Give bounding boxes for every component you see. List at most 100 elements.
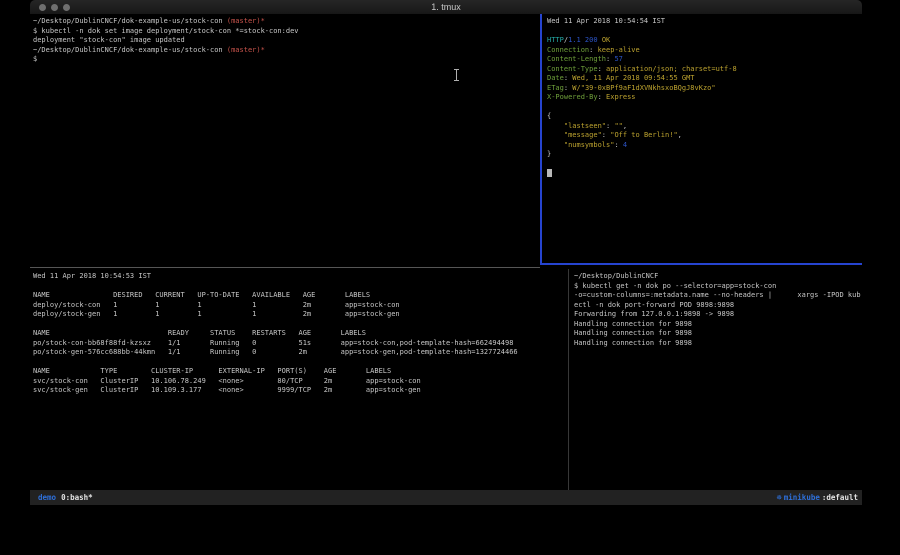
text-segment: $ kubectl -n dok set image deployment/st… <box>33 27 299 35</box>
text-segment: * <box>261 46 265 54</box>
active-window-label[interactable]: 0:bash* <box>61 493 93 502</box>
terminal-line: ~/Desktop/DublinCNCF <box>574 272 865 282</box>
text-segment: : <box>598 65 606 73</box>
terminal-line: NAME DESIRED CURRENT UP-TO-DATE AVAILABL… <box>33 291 569 301</box>
terminal-line: $ <box>33 55 541 65</box>
terminal-line: NAME TYPE CLUSTER-IP EXTERNAL-IP PORT(S)… <box>33 367 569 377</box>
terminal-line: svc/stock-gen ClusterIP 10.109.3.177 <no… <box>33 386 569 396</box>
terminal-line: deploy/stock-gen 1 1 1 1 2m app=stock-ge… <box>33 310 569 320</box>
terminal-line: po/stock-con-bb68f88fd-kzsxz 1/1 Running… <box>33 339 569 349</box>
text-segment: Content-Type <box>547 65 598 73</box>
text-segment: NAME DESIRED CURRENT UP-TO-DATE AVAILABL… <box>33 291 370 299</box>
tmux-status-bar: demo 0:bash* ☸ minikube:default <box>30 490 862 505</box>
text-segment: : <box>589 46 597 54</box>
text-segment: $ <box>33 55 37 63</box>
pane-http-response[interactable]: Wed 11 Apr 2018 10:54:54 IST HTTP/1.1 20… <box>544 14 865 266</box>
text-segment: Express <box>606 93 636 101</box>
text-segment: NAME TYPE CLUSTER-IP EXTERNAL-IP PORT(S)… <box>33 367 391 375</box>
text-segment: ~/Desktop/DublinCNCF <box>574 272 658 280</box>
text-segment: Wed, 11 Apr 2018 09:54:55 GMT <box>572 74 694 82</box>
text-segment: po/stock-gen-576cc688bb-44kmn 1/1 Runnin… <box>33 348 518 356</box>
text-segment: W/"39-0xBPf9aF1dXVNkhsxoBQgJ8vKzo" <box>572 84 715 92</box>
terminal-line: NAME READY STATUS RESTARTS AGE LABELS <box>33 329 569 339</box>
text-segment: ectl -n dok port-forward POD 9898:9898 <box>574 301 734 309</box>
text-segment: Connection <box>547 46 589 54</box>
terminal-line: po/stock-gen-576cc688bb-44kmn 1/1 Runnin… <box>33 348 569 358</box>
terminal-line: deploy/stock-con 1 1 1 1 2m app=stock-co… <box>33 301 569 311</box>
text-segment: "" <box>614 122 622 130</box>
mouse-cursor-ibeam <box>454 69 459 79</box>
text-segment: HTTP <box>547 36 564 44</box>
text-segment: Wed 11 Apr 2018 10:54:54 IST <box>547 17 665 25</box>
terminal-line: Date: Wed, 11 Apr 2018 09:54:55 GMT <box>547 74 865 84</box>
terminal-line: ectl -n dok port-forward POD 9898:9898 <box>574 301 865 311</box>
desktop-background: 1. tmux ~/Desktop/DublinCNCF/dok-example… <box>0 0 900 555</box>
text-segment: svc/stock-gen ClusterIP 10.109.3.177 <no… <box>33 386 421 394</box>
text-segment: deploy/stock-gen 1 1 1 1 2m app=stock-ge… <box>33 310 400 318</box>
text-segment: : <box>614 141 622 149</box>
terminal-line <box>547 160 865 170</box>
terminal-line: Handling connection for 9898 <box>574 329 865 339</box>
pane-divider-vertical-bottom[interactable] <box>568 269 569 490</box>
kubernetes-helm-icon: ☸ <box>777 493 782 502</box>
terminal-line: { <box>547 112 865 122</box>
kube-context-label: minikube <box>784 493 820 502</box>
terminal-line: } <box>547 150 865 160</box>
text-segment: Date <box>547 74 564 82</box>
text-segment: 57 <box>614 55 622 63</box>
text-segment: svc/stock-con ClusterIP 10.106.78.249 <n… <box>33 377 421 385</box>
text-segment: "lastseen" <box>564 122 606 130</box>
terminal-line: Handling connection for 9898 <box>574 320 865 330</box>
text-segment: $ kubectl get -n dok po --selector=app=s… <box>574 282 776 290</box>
terminal-line <box>33 358 569 368</box>
terminal-line: "numsymbols": 4 <box>547 141 865 151</box>
terminal-line: ETag: W/"39-0xBPf9aF1dXVNkhsxoBQgJ8vKzo" <box>547 84 865 94</box>
terminal-line: Content-Type: application/json; charset=… <box>547 65 865 75</box>
text-segment: (master) <box>227 46 261 54</box>
terminal-line: Handling connection for 9898 <box>574 339 865 349</box>
text-segment: : <box>598 93 606 101</box>
text-segment: Forwarding from 127.0.0.1:9898 -> 9898 <box>574 310 734 318</box>
status-right: ☸ minikube:default <box>777 493 858 502</box>
kube-namespace-label: :default <box>822 493 858 502</box>
text-segment: (master) <box>227 17 261 25</box>
terminal-line: deployment "stock-con" image updated <box>33 36 541 46</box>
pane-divider-vertical-top[interactable] <box>540 14 542 265</box>
pane-port-forward[interactable]: ~/Desktop/DublinCNCF $ kubectl get -n dok… <box>571 269 865 493</box>
text-segment: application/json; charset=utf-8 <box>606 65 737 73</box>
text-segment: * <box>261 17 265 25</box>
text-segment: : <box>602 131 610 139</box>
terminal-line: Wed 11 Apr 2018 10:54:53 IST <box>33 272 569 282</box>
terminal-line: "lastseen": "", <box>547 122 865 132</box>
pane-shell-kubectl-set-image[interactable]: ~/Desktop/DublinCNCF/dok-example-us/stoc… <box>30 14 541 266</box>
terminal-line: Content-Length: 57 <box>547 55 865 65</box>
terminal-line <box>547 103 865 113</box>
terminal-line: Wed 11 Apr 2018 10:54:54 IST <box>547 17 865 27</box>
text-segment: keep-alive <box>598 46 640 54</box>
terminal-block-cursor <box>547 169 552 177</box>
window-title: 1. tmux <box>30 1 862 14</box>
tmux-session: ~/Desktop/DublinCNCF/dok-example-us/stoc… <box>30 14 862 490</box>
window-titlebar[interactable]: 1. tmux <box>30 0 862 15</box>
text-segment: "Off to Berlin!" <box>610 131 677 139</box>
terminal-line <box>33 282 569 292</box>
text-segment: 4 <box>623 141 627 149</box>
text-segment <box>547 122 564 130</box>
terminal-line: Connection: keep-alive <box>547 46 865 56</box>
terminal-line: HTTP/1.1 200 OK <box>547 36 865 46</box>
text-segment: , <box>623 122 627 130</box>
terminal-line: "message": "Off to Berlin!", <box>547 131 865 141</box>
text-segment: -o=custom-columns=:metadata.name --no-he… <box>574 291 861 299</box>
text-segment: ETag <box>547 84 564 92</box>
terminal-line: X-Powered-By: Express <box>547 93 865 103</box>
text-segment: po/stock-con-bb68f88fd-kzsxz 1/1 Running… <box>33 339 513 347</box>
pane-divider-horizontal-left[interactable] <box>30 267 540 268</box>
terminal-line: Forwarding from 127.0.0.1:9898 -> 9898 <box>574 310 865 320</box>
pane-kubectl-resources[interactable]: Wed 11 Apr 2018 10:54:53 IST NAME DESIRE… <box>30 269 569 493</box>
text-segment: Wed 11 Apr 2018 10:54:53 IST <box>33 272 151 280</box>
text-segment <box>547 131 564 139</box>
pane-divider-horizontal-right[interactable] <box>540 263 862 265</box>
text-segment: X-Powered-By <box>547 93 598 101</box>
text-segment: Handling connection for 9898 <box>574 329 692 337</box>
terminal-line: -o=custom-columns=:metadata.name --no-he… <box>574 291 865 301</box>
